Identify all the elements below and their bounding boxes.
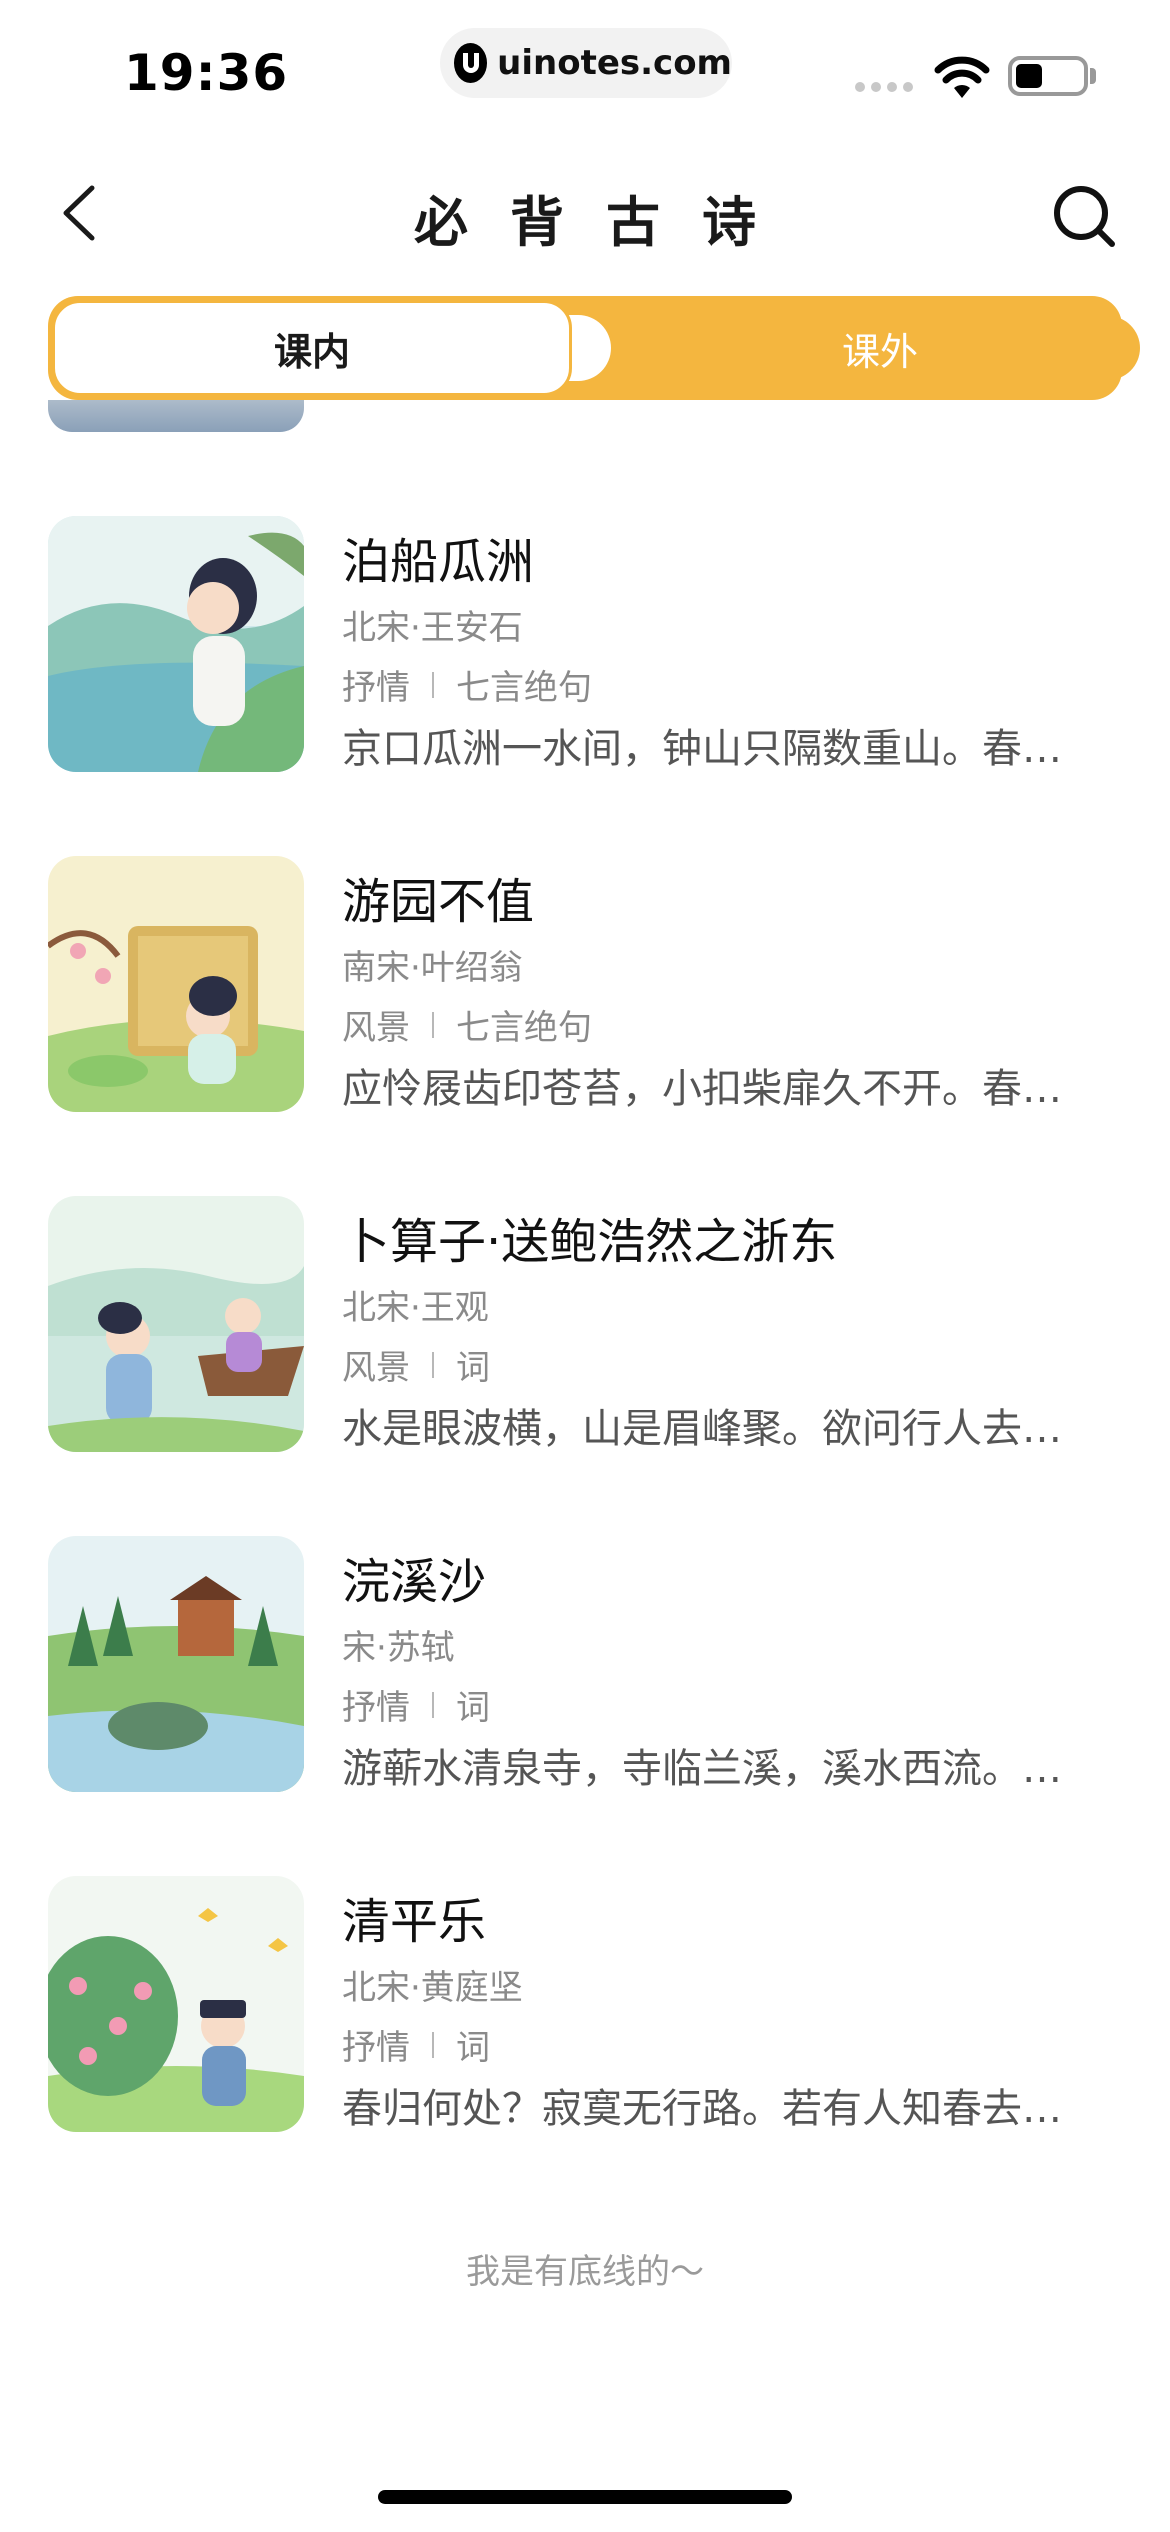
poem-title: 清平乐 xyxy=(342,1894,487,1950)
poem-thumbnail xyxy=(48,856,304,1112)
poem-category: 抒情 xyxy=(342,1688,410,1728)
tab-out-of-class[interactable]: 课外 xyxy=(638,296,1122,400)
poem-thumbnail xyxy=(48,1876,304,2132)
battery-tip xyxy=(1090,68,1096,84)
nav-bar: 必背古诗 xyxy=(0,160,1170,270)
poem-title: 浣溪沙 xyxy=(342,1554,487,1610)
poem-list[interactable]: 泊船瓜洲 北宋·王安石 抒情 七言绝句 京口瓜洲一水间，钟山只隔数重山。春… 游… xyxy=(0,400,1170,2300)
status-bar: 19:36 uinotes.com xyxy=(0,0,1170,150)
poem-tags: 风景 七言绝句 xyxy=(342,1000,592,1049)
list-item[interactable]: 浣溪沙 宋·苏轼 抒情 词 游蕲水清泉寺，寺临兰溪，溪水西流。… xyxy=(0,1536,1170,1796)
list-item[interactable]: 卜算子·送鲍浩然之浙东 北宋·王观 风景 词 水是眼波横，山是眉峰聚。欲问行人去… xyxy=(0,1196,1170,1456)
tag-divider xyxy=(432,671,434,698)
cellular-signal-icon xyxy=(855,82,913,92)
search-icon[interactable] xyxy=(1050,182,1118,250)
end-of-list-note: 我是有底线的～ xyxy=(466,2252,704,2292)
poem-excerpt: 游蕲水清泉寺，寺临兰溪，溪水西流。… xyxy=(342,1746,1062,1792)
list-item[interactable]: 泊船瓜洲 北宋·王安石 抒情 七言绝句 京口瓜洲一水间，钟山只隔数重山。春… xyxy=(0,516,1170,776)
poem-author: 南宋·叶绍翁 xyxy=(342,948,523,988)
poem-thumbnail xyxy=(48,516,304,772)
poem-author: 北宋·黄庭坚 xyxy=(342,1968,523,2008)
home-indicator[interactable] xyxy=(378,2490,792,2504)
poem-category: 抒情 xyxy=(342,668,410,708)
poem-excerpt: 春归何处？寂寞无行路。若有人知春去… xyxy=(342,2086,1062,2132)
poem-excerpt-partial xyxy=(342,400,1102,402)
poem-author: 宋·苏轼 xyxy=(342,1628,455,1668)
poem-tags: 抒情 七言绝句 xyxy=(342,660,592,709)
url-text: uinotes.com xyxy=(497,43,732,83)
status-time: 19:36 xyxy=(124,44,289,102)
poem-title: 卜算子·送鲍浩然之浙东 xyxy=(342,1214,838,1270)
poem-excerpt: 水是眼波横，山是眉峰聚。欲问行人去… xyxy=(342,1406,1062,1452)
list-item-partial[interactable] xyxy=(0,400,1170,432)
poem-form: 七言绝句 xyxy=(456,1008,592,1048)
poem-category: 风景 xyxy=(342,1008,410,1048)
poem-form: 词 xyxy=(456,1688,490,1728)
tag-divider xyxy=(432,1691,434,1718)
site-logo-icon xyxy=(454,43,488,83)
poem-title: 游园不值 xyxy=(342,874,535,930)
tab-in-class[interactable]: 课内 xyxy=(52,300,572,396)
wifi-icon xyxy=(934,56,990,98)
tag-divider xyxy=(432,1011,434,1038)
tab-switcher: 课内 课外 xyxy=(48,296,1140,400)
url-pill[interactable]: uinotes.com xyxy=(440,28,732,98)
poem-tags: 风景 词 xyxy=(342,1340,490,1389)
page-title: 必背古诗 xyxy=(414,190,798,254)
list-item[interactable]: 游园不值 南宋·叶绍翁 风景 七言绝句 应怜屐齿印苍苔，小扣柴扉久不开。春… xyxy=(0,856,1170,1116)
poem-thumbnail xyxy=(48,400,304,432)
tag-divider xyxy=(432,2031,434,2058)
poem-title: 泊船瓜洲 xyxy=(342,534,535,590)
list-item[interactable]: 清平乐 北宋·黄庭坚 抒情 词 春归何处？寂寞无行路。若有人知春去… xyxy=(0,1876,1170,2136)
battery-icon xyxy=(1008,56,1088,96)
poem-author: 北宋·王安石 xyxy=(342,608,523,648)
poem-category: 风景 xyxy=(342,1348,410,1388)
poem-author: 北宋·王观 xyxy=(342,1288,489,1328)
poem-excerpt: 京口瓜洲一水间，钟山只隔数重山。春… xyxy=(342,726,1062,772)
poem-thumbnail xyxy=(48,1536,304,1792)
poem-thumbnail xyxy=(48,1196,304,1452)
poem-form: 词 xyxy=(456,2028,490,2068)
tag-divider xyxy=(432,1351,434,1378)
poem-tags: 抒情 词 xyxy=(342,1680,490,1729)
poem-form: 词 xyxy=(456,1348,490,1388)
poem-form: 七言绝句 xyxy=(456,668,592,708)
poem-category: 抒情 xyxy=(342,2028,410,2068)
poem-tags: 抒情 词 xyxy=(342,2020,490,2069)
poem-excerpt: 应怜屐齿印苍苔，小扣柴扉久不开。春… xyxy=(342,1066,1062,1112)
